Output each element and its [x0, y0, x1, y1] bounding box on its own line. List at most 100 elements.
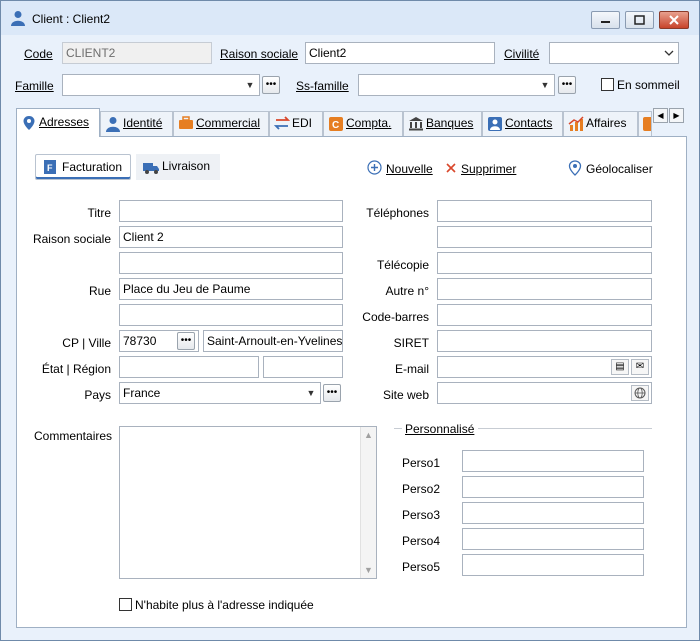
- orange-tab-icon: [640, 116, 651, 132]
- ellipsis-icon: •••: [265, 79, 277, 90]
- etat-region-label: État | Région: [41, 362, 111, 376]
- ellipsis-icon: •••: [326, 387, 338, 398]
- geolocaliser-button[interactable]: Géolocaliser: [567, 160, 653, 177]
- tab-affaires[interactable]: Affaires: [563, 111, 638, 136]
- civilite-label: Civilité: [504, 47, 540, 61]
- tab-adresses[interactable]: Adresses: [16, 108, 100, 137]
- title-bar: Client : Client2: [1, 1, 699, 35]
- ss-famille-select[interactable]: ▼: [358, 74, 555, 96]
- telecopie-label: Télécopie: [376, 258, 429, 272]
- perso1-field[interactable]: [462, 450, 644, 472]
- tab-contacts[interactable]: Contacts: [482, 111, 563, 136]
- perso2-label: Perso2: [402, 482, 441, 496]
- dropdown-arrow-icon: ▼: [540, 80, 550, 90]
- livraison-label: Livraison: [162, 159, 211, 173]
- famille-select[interactable]: ▼: [62, 74, 260, 96]
- telephones-label: Téléphones: [366, 206, 429, 220]
- pays-select[interactable]: France ▼: [119, 382, 321, 404]
- nhabite-plus-label: N'habite plus à l'adresse indiquée: [135, 598, 314, 612]
- cp-browse-button[interactable]: •••: [177, 332, 195, 350]
- contact-card-icon[interactable]: ▤: [611, 359, 629, 375]
- ss-famille-browse-button[interactable]: •••: [558, 76, 576, 94]
- nouvelle-button[interactable]: Nouvelle: [366, 160, 433, 178]
- delete-x-icon: [443, 160, 459, 178]
- tab-affaires-label: Affaires: [586, 116, 627, 130]
- siret-field[interactable]: [437, 330, 652, 352]
- accounting-icon: C: [328, 116, 344, 132]
- code-label: Code: [24, 47, 53, 61]
- chart-icon: [568, 116, 584, 132]
- supprimer-button[interactable]: Supprimer: [443, 161, 516, 177]
- titre-field[interactable]: [119, 200, 343, 222]
- commentaires-scrollbar[interactable]: ▲ ▼: [360, 427, 376, 578]
- facturation-subtab[interactable]: F Facturation: [35, 154, 131, 180]
- tabs-scroll-right-button[interactable]: ▶: [669, 108, 684, 123]
- bank-icon: [408, 116, 424, 132]
- autre-numero-field[interactable]: [437, 278, 652, 300]
- commentaires-textarea[interactable]: ▲ ▼: [119, 426, 377, 579]
- dropdown-arrow-icon: ▼: [245, 80, 255, 90]
- minimize-button[interactable]: [591, 11, 620, 29]
- rue-2-field[interactable]: [119, 304, 343, 326]
- arrows-exchange-icon: [273, 116, 291, 132]
- rue-field[interactable]: Place du Jeu de Paume: [119, 278, 343, 300]
- maximize-button[interactable]: [625, 11, 654, 29]
- code-barres-label: Code-barres: [362, 310, 429, 324]
- send-mail-icon[interactable]: ✉: [631, 359, 649, 375]
- tab-adresses-label: Adresses: [39, 115, 90, 129]
- region-field[interactable]: [263, 356, 343, 378]
- raison-sociale-form-field[interactable]: Client 2: [119, 226, 343, 248]
- telephone-2-field[interactable]: [437, 226, 652, 248]
- close-button[interactable]: [659, 11, 689, 29]
- perso3-field[interactable]: [462, 502, 644, 524]
- arrow-right-icon: ▶: [673, 111, 680, 120]
- telecopie-field[interactable]: [437, 252, 652, 274]
- ville-field[interactable]: Saint-Arnoult-en-Yvelines: [203, 330, 343, 352]
- email-label: E-mail: [394, 362, 429, 376]
- raison-sociale-2-field[interactable]: [119, 252, 343, 274]
- perso2-field[interactable]: [462, 476, 644, 498]
- client-window: Client : Client2 Code CLIENT2 Raison soc…: [0, 0, 700, 641]
- perso5-field[interactable]: [462, 554, 644, 576]
- raison-sociale-form-label: Raison sociale: [32, 232, 111, 246]
- person-icon: [105, 116, 121, 132]
- siret-label: SIRET: [393, 336, 429, 350]
- telephone-1-field[interactable]: [437, 200, 652, 222]
- invoice-icon: F: [43, 159, 57, 183]
- tabs-scroll-left-button[interactable]: ◀: [653, 108, 668, 123]
- ss-famille-label: Ss-famille: [296, 79, 349, 93]
- civilite-select[interactable]: [549, 42, 679, 64]
- tab-banques[interactable]: Banques: [403, 111, 482, 136]
- plus-circle-icon: [366, 160, 382, 178]
- site-web-field[interactable]: [437, 382, 652, 404]
- tab-more[interactable]: [638, 111, 652, 136]
- famille-browse-button[interactable]: •••: [262, 76, 280, 94]
- tab-commercial[interactable]: Commercial: [173, 111, 269, 136]
- tab-contacts-label: Contacts: [505, 116, 553, 130]
- email-field[interactable]: ▤ ✉: [437, 356, 652, 378]
- globe-icon[interactable]: [631, 385, 649, 401]
- perso4-field[interactable]: [462, 528, 644, 550]
- code-field[interactable]: CLIENT2: [62, 42, 212, 64]
- ellipsis-icon: •••: [561, 79, 573, 90]
- tab-edi[interactable]: EDI: [269, 111, 323, 136]
- code-barres-field[interactable]: [437, 304, 652, 326]
- tab-commercial-label: Commercial: [196, 116, 261, 130]
- supprimer-label: Supprimer: [461, 162, 517, 176]
- tab-identite-label: Identité: [123, 116, 163, 130]
- site-web-label: Site web: [382, 388, 429, 402]
- group-divider-left: [394, 428, 402, 429]
- perso3-label: Perso3: [402, 508, 441, 522]
- window-title: Client : Client2: [32, 12, 111, 26]
- nhabite-plus-checkbox[interactable]: [119, 598, 132, 611]
- raison-sociale-label: Raison sociale: [220, 47, 299, 61]
- livraison-subtab[interactable]: Livraison: [136, 154, 220, 180]
- tab-compta[interactable]: C Compta.: [323, 111, 403, 136]
- tab-identite[interactable]: Identité: [100, 111, 173, 136]
- svg-text:F: F: [47, 163, 53, 173]
- en-sommeil-checkbox[interactable]: [601, 78, 614, 91]
- raison-sociale-field[interactable]: Client2: [305, 42, 495, 64]
- cp-value: 78730: [123, 334, 157, 348]
- etat-field[interactable]: [119, 356, 259, 378]
- personnalise-label: Personnalisé: [405, 422, 475, 436]
